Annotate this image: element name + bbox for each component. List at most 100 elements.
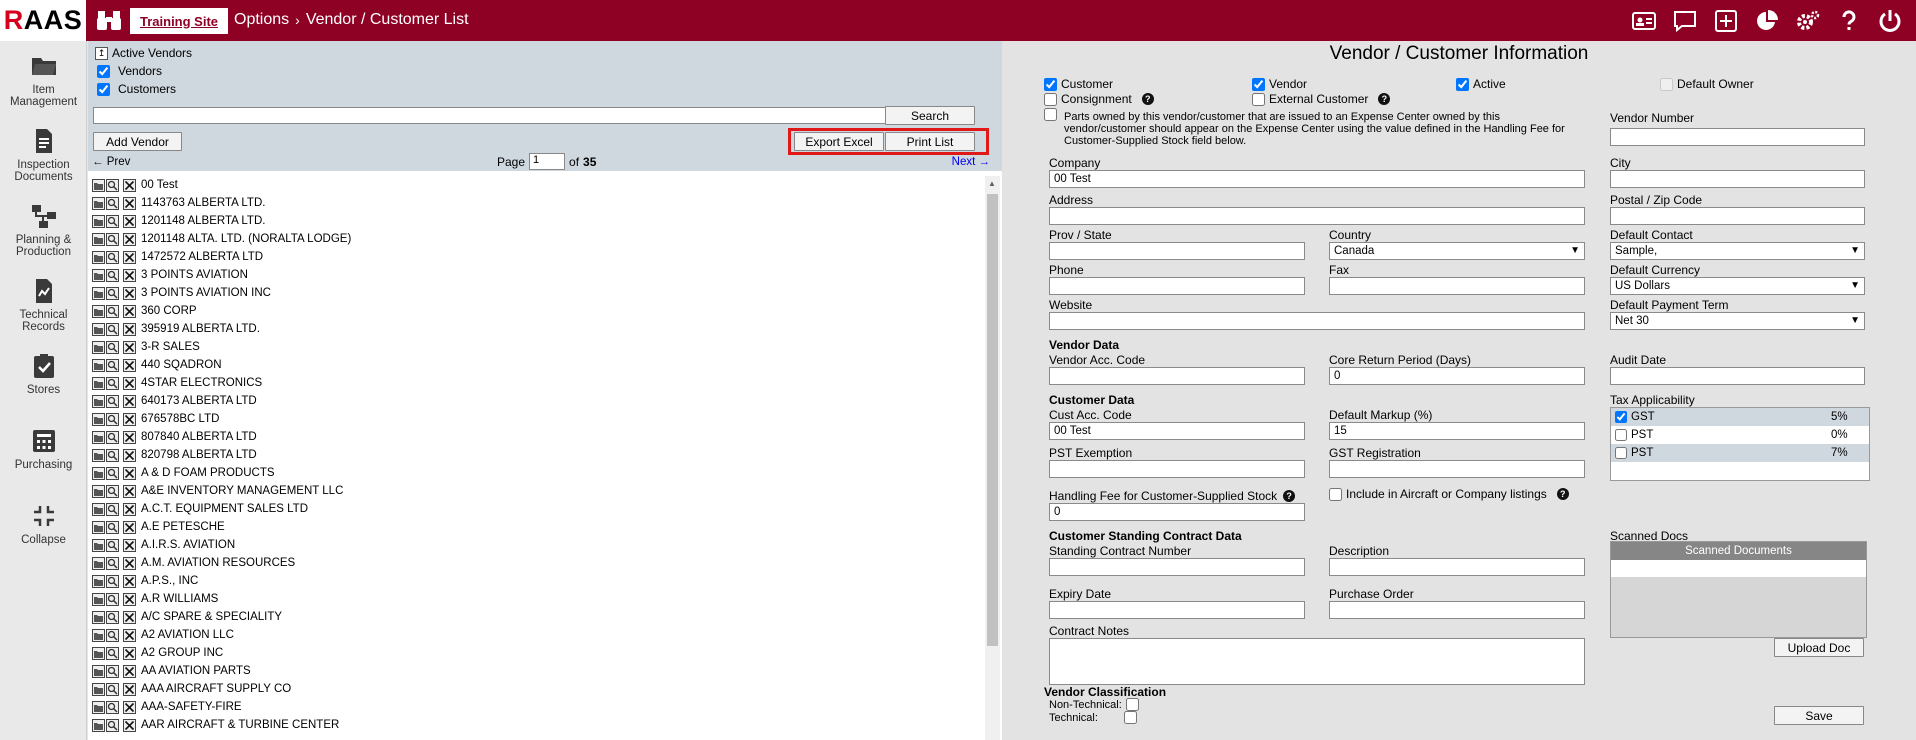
standing-number-input[interactable] <box>1049 558 1305 576</box>
comment-icon[interactable] <box>1664 0 1705 41</box>
view-search-icon[interactable] <box>106 178 119 192</box>
vendor-name[interactable]: 1201148 ALBERTA LTD. <box>141 215 265 227</box>
delete-x-icon[interactable] <box>123 178 136 192</box>
scanned-docs-row[interactable] <box>1611 560 1866 577</box>
page-number-input[interactable]: 1 <box>529 153 566 170</box>
list-item[interactable]: 1472572 ALBERTA LTD <box>92 248 982 266</box>
open-folder-icon[interactable] <box>92 412 105 426</box>
vendor-name[interactable]: A.I.R.S. AVIATION <box>141 539 235 551</box>
gst-registration-input[interactable] <box>1329 460 1585 478</box>
vendors-checkbox[interactable] <box>97 64 110 78</box>
open-folder-icon[interactable] <box>92 700 105 714</box>
core-return-input[interactable]: 0 <box>1329 367 1585 385</box>
delete-x-icon[interactable] <box>123 412 136 426</box>
city-input[interactable] <box>1610 170 1865 188</box>
vendor-name[interactable]: A.M. AVIATION RESOURCES <box>141 557 295 569</box>
list-item[interactable]: 00 Test <box>92 176 982 194</box>
vendor-name[interactable]: AA AVIATION PARTS <box>141 665 251 677</box>
open-folder-icon[interactable] <box>92 502 105 516</box>
delete-x-icon[interactable] <box>123 700 136 714</box>
view-search-icon[interactable] <box>106 538 119 552</box>
binoculars-icon[interactable] <box>96 9 122 31</box>
view-search-icon[interactable] <box>106 322 119 336</box>
id-card-icon[interactable] <box>1623 0 1664 41</box>
open-folder-icon[interactable] <box>92 664 105 678</box>
purchase-order-input[interactable] <box>1329 601 1585 619</box>
delete-x-icon[interactable] <box>123 286 136 300</box>
view-search-icon[interactable] <box>106 520 119 534</box>
delete-x-icon[interactable] <box>123 376 136 390</box>
open-folder-icon[interactable] <box>92 340 105 354</box>
consignment-checkbox[interactable] <box>1044 92 1057 106</box>
scroll-thumb[interactable] <box>987 194 998 646</box>
delete-x-icon[interactable] <box>123 322 136 336</box>
open-folder-icon[interactable] <box>92 592 105 606</box>
tax-checkbox[interactable] <box>1615 429 1627 441</box>
delete-x-icon[interactable] <box>123 196 136 210</box>
delete-x-icon[interactable] <box>123 592 136 606</box>
view-search-icon[interactable] <box>106 394 119 408</box>
nav-collapse[interactable]: Collapse <box>0 491 87 566</box>
prev-page-link[interactable]: ← Prev <box>92 156 130 168</box>
default-payment-select[interactable]: Net 30 ▼ <box>1610 312 1865 330</box>
tax-checkbox[interactable] <box>1615 447 1627 459</box>
list-item[interactable]: A & D FOAM PRODUCTS <box>92 464 982 482</box>
next-page-link[interactable]: Next → <box>952 156 990 168</box>
list-item[interactable]: A.P.S., INC <box>92 572 982 590</box>
delete-x-icon[interactable] <box>123 430 136 444</box>
vendor-name[interactable]: A/C SPARE & SPECIALITY <box>141 611 282 623</box>
expiry-date-input[interactable] <box>1049 601 1305 619</box>
list-item[interactable]: A2 GROUP INC <box>92 644 982 662</box>
view-search-icon[interactable] <box>106 448 119 462</box>
list-item[interactable]: A.C.T. EQUIPMENT SALES LTD <box>92 500 982 518</box>
vendor-name[interactable]: 3 POINTS AVIATION INC <box>141 287 271 299</box>
view-search-icon[interactable] <box>106 484 119 498</box>
delete-x-icon[interactable] <box>123 484 136 498</box>
vendor-name[interactable]: 395919 ALBERTA LTD. <box>141 323 260 335</box>
default-owner-checkbox[interactable] <box>1660 77 1673 91</box>
delete-x-icon[interactable] <box>123 628 136 642</box>
delete-x-icon[interactable] <box>123 502 136 516</box>
pst-exemption-input[interactable] <box>1049 460 1305 478</box>
list-item[interactable]: 1201148 ALBERTA LTD. <box>92 212 982 230</box>
delete-x-icon[interactable] <box>123 448 136 462</box>
plus-square-icon[interactable] <box>1705 0 1746 41</box>
open-folder-icon[interactable] <box>92 448 105 462</box>
view-search-icon[interactable] <box>106 646 119 660</box>
list-item[interactable]: AA AVIATION PARTS <box>92 662 982 680</box>
delete-x-icon[interactable] <box>123 682 136 696</box>
open-folder-icon[interactable] <box>92 610 105 624</box>
vendor-checkbox[interactable] <box>1252 77 1265 91</box>
search-button[interactable]: Search <box>885 106 975 125</box>
customer-checkbox[interactable] <box>1044 77 1057 91</box>
raas-logo[interactable]: R AAS <box>0 0 86 41</box>
delete-x-icon[interactable] <box>123 538 136 552</box>
list-item[interactable]: A&E INVENTORY MANAGEMENT LLC <box>92 482 982 500</box>
scroll-up-arrow-icon[interactable]: ▲ <box>988 179 996 188</box>
nav-inspection-documents[interactable]: Inspection Documents <box>0 116 87 191</box>
parts-owned-checkbox[interactable] <box>1044 108 1057 121</box>
delete-x-icon[interactable] <box>123 664 136 678</box>
up-arrow-icon[interactable]: ↥ <box>95 46 108 60</box>
list-item[interactable]: 820798 ALBERTA LTD <box>92 446 982 464</box>
open-folder-icon[interactable] <box>92 538 105 552</box>
gears-icon[interactable] <box>1787 0 1828 41</box>
tax-row[interactable]: PST 0% <box>1611 426 1869 444</box>
country-select[interactable]: Canada ▼ <box>1329 242 1585 260</box>
delete-x-icon[interactable] <box>123 214 136 228</box>
technical-checkbox[interactable] <box>1123 711 1137 724</box>
vendor-name[interactable]: A&E INVENTORY MANAGEMENT LLC <box>141 485 343 497</box>
vendor-name[interactable]: A.P.S., INC <box>141 575 198 587</box>
nav-item-management[interactable]: Item Management <box>0 41 87 116</box>
fax-input[interactable] <box>1329 277 1585 295</box>
view-search-icon[interactable] <box>106 682 119 696</box>
list-item[interactable]: 4STAR ELECTRONICS <box>92 374 982 392</box>
view-search-icon[interactable] <box>106 628 119 642</box>
list-item[interactable]: 676578BC LTD <box>92 410 982 428</box>
default-markup-input[interactable]: 15 <box>1329 422 1585 440</box>
delete-x-icon[interactable] <box>123 250 136 264</box>
cust-acc-input[interactable]: 00 Test <box>1049 422 1305 440</box>
open-folder-icon[interactable] <box>92 214 105 228</box>
non-technical-checkbox[interactable] <box>1125 698 1139 711</box>
open-folder-icon[interactable] <box>92 250 105 264</box>
